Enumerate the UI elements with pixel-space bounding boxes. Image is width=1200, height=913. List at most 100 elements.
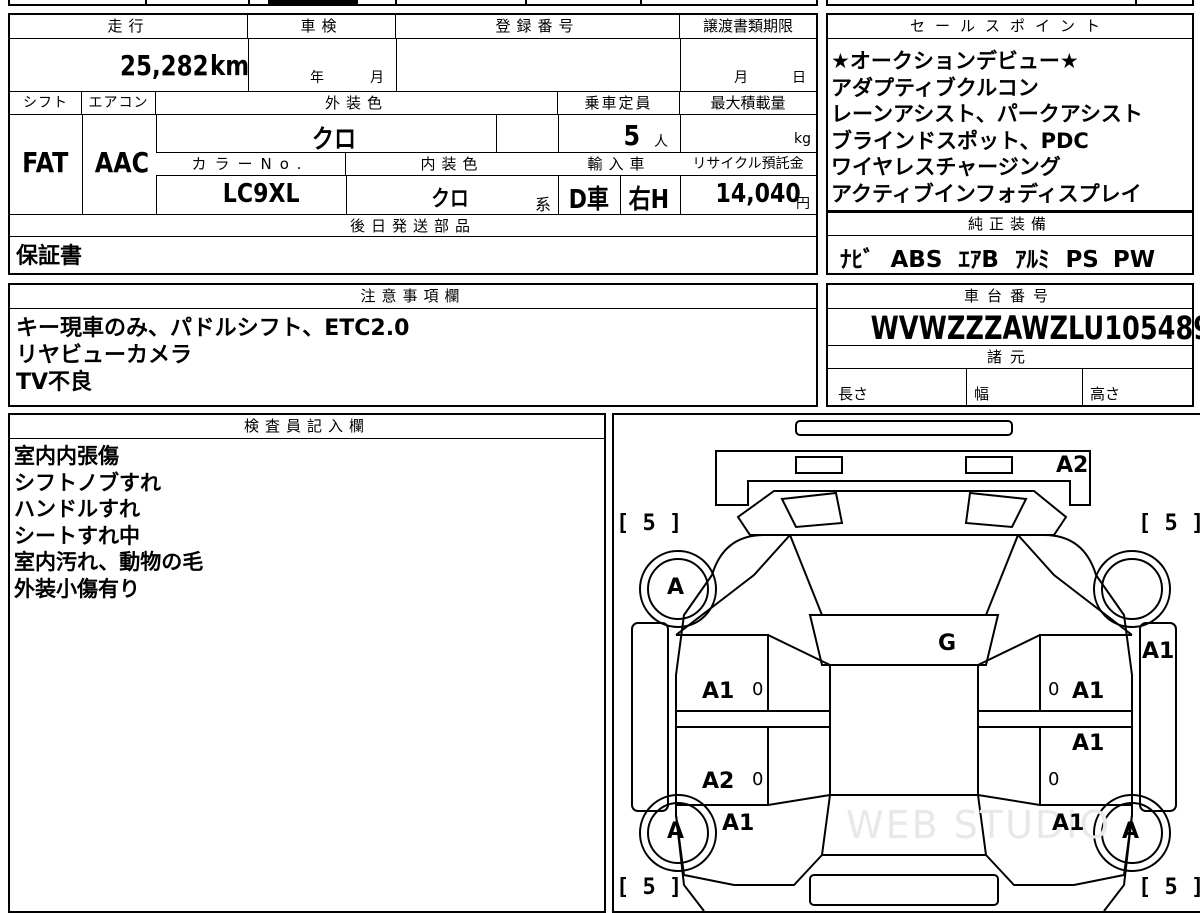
transfer-deadline-label: 譲渡書類期限 bbox=[680, 15, 816, 39]
zero-mark-4: 0 bbox=[1048, 769, 1060, 790]
color-no-value: LC9XL bbox=[222, 179, 300, 209]
height-label: 高さ bbox=[1090, 385, 1121, 403]
tire-tr-inner bbox=[1101, 558, 1163, 620]
sales-point-line: ★オークションデビュー★ bbox=[831, 49, 1079, 73]
tread-depth-tl: [ 5 ] bbox=[616, 511, 683, 536]
zero-mark-2: 0 bbox=[1048, 679, 1060, 700]
damage-left-front-door: A1 bbox=[702, 679, 735, 704]
damage-right-rear-quarter: A1 bbox=[1052, 811, 1085, 836]
zero-mark-3: 0 bbox=[752, 769, 764, 790]
recycle-value: 14,040 bbox=[715, 179, 801, 209]
registration-label: 登録番号 bbox=[396, 15, 680, 39]
notes-box: 注意事項欄 キー現車のみ、パドルシフト、ETC2.0 リヤビューカメラ TV不良 bbox=[8, 283, 818, 407]
mileage-unit: km bbox=[210, 49, 250, 82]
mileage-label: 走行 bbox=[10, 15, 248, 39]
later-parts-label: 後日発送部品 bbox=[10, 215, 816, 237]
notes-label: 注意事項欄 bbox=[10, 285, 816, 309]
shift-label: シフト bbox=[10, 92, 82, 114]
rear-glass-left bbox=[780, 491, 844, 529]
later-parts-value: 保証書 bbox=[16, 244, 83, 269]
inspector-line: ハンドルすれ bbox=[14, 497, 140, 521]
length-label: 長さ bbox=[838, 385, 869, 403]
front-bumper bbox=[809, 874, 999, 906]
inspector-box: 検査員記入欄 室内内張傷 シフトノブすれ ハンドルすれ シートすれ中 室内汚れ、… bbox=[8, 413, 606, 913]
int-color-value: クロ bbox=[431, 187, 469, 212]
color-no-label: カラーNo. bbox=[156, 153, 346, 175]
damage-left-rear-door: A2 bbox=[702, 769, 735, 794]
rear-light-left bbox=[795, 456, 843, 474]
recycle-unit: 円 bbox=[796, 196, 810, 212]
genuine-equipment-label: 純正装備 bbox=[828, 212, 1192, 236]
tread-depth-tr: [ 5 ] bbox=[1138, 511, 1200, 536]
inspector-line: シフトノブすれ bbox=[14, 470, 161, 495]
top-cutoff-strip bbox=[0, 0, 1200, 6]
genuine-equipment-box: 純正装備 ﾅﾋﾞ ABS ｴｱB ｱﾙﾐ PS PW bbox=[826, 212, 1194, 275]
tire-mark-br: A bbox=[1122, 819, 1140, 844]
int-color-suffix: 系 bbox=[535, 195, 552, 214]
rear-glass-right bbox=[964, 491, 1028, 529]
sales-point-line: レーンアシスト、パークアシスト bbox=[831, 102, 1143, 126]
capacity-label: 乗車定員 bbox=[558, 92, 680, 114]
damage-left-rear-quarter: A1 bbox=[722, 811, 755, 836]
sales-point-line: アダプティブクルコン bbox=[831, 75, 1039, 100]
rear-panel bbox=[715, 450, 1091, 506]
inspector-line: 室内内張傷 bbox=[14, 444, 119, 468]
sales-point-line: ワイヤレスチャージング bbox=[831, 155, 1061, 179]
body-outline-right bbox=[1043, 534, 1133, 911]
ext-color-label: 外装色 bbox=[156, 92, 558, 114]
shaken-month: 月 bbox=[370, 70, 384, 86]
width-label: 幅 bbox=[974, 385, 990, 403]
chassis-label: 車台番号 bbox=[828, 285, 1192, 309]
shaken-label: 車検 bbox=[248, 15, 396, 39]
damage-windshield: G bbox=[938, 631, 957, 656]
steering-value: 右H bbox=[628, 185, 670, 215]
tire-mark-bl: A bbox=[667, 819, 685, 844]
shift-value: FAT bbox=[22, 146, 69, 179]
rear-bumper bbox=[795, 420, 1013, 436]
damage-right-fender: A1 bbox=[1142, 639, 1175, 664]
transfer-month: 月 bbox=[734, 70, 748, 86]
vehicle-info-table: 走行 車検 登録番号 譲渡書類期限 25,282 km 年 月 月 日 シフト … bbox=[8, 13, 818, 275]
notes-list: キー現車のみ、パドルシフト、ETC2.0 リヤビューカメラ TV不良 bbox=[16, 315, 409, 396]
sales-points-box: セールスポイント ★オークションデビュー★ アダプティブクルコン レーンアシスト… bbox=[826, 13, 1194, 212]
a-pillar-left bbox=[675, 534, 791, 636]
damage-right-rear-door: A1 bbox=[1072, 731, 1105, 756]
equipment-item-pw: PW bbox=[1112, 247, 1156, 273]
ac-label: エアコン bbox=[82, 92, 156, 114]
dimensions-label: 諸元 bbox=[828, 345, 1192, 369]
inspector-line: シートすれ中 bbox=[14, 523, 140, 548]
inspector-line: 室内汚れ、動物の毛 bbox=[14, 550, 204, 574]
a-pillar-right bbox=[1017, 534, 1133, 636]
rear-light-right bbox=[965, 456, 1013, 474]
inspector-list: 室内内張傷 シフトノブすれ ハンドルすれ シートすれ中 室内汚れ、動物の毛 外装… bbox=[14, 443, 203, 602]
chassis-number: WVWZZZAWZLU105489 bbox=[870, 309, 1200, 347]
sales-points-list: ★オークションデビュー★ アダプティブクルコン レーンアシスト、パークアシスト … bbox=[831, 48, 1143, 207]
roof bbox=[788, 534, 1020, 616]
chassis-number-wrap: WVWZZZAWZLU105489 bbox=[828, 309, 1200, 347]
tread-depth-bl: [ 5 ] bbox=[616, 875, 683, 900]
ext-color-value: クロ bbox=[311, 125, 357, 155]
recycle-label: リサイクル預託金 bbox=[680, 153, 816, 175]
sales-point-line: アクティブインフォディスプレイ bbox=[831, 181, 1142, 206]
windshield bbox=[808, 614, 1000, 666]
import-value: D車 bbox=[568, 185, 610, 215]
import-label: 輸入車 bbox=[558, 153, 680, 175]
int-color-label: 内装色 bbox=[346, 153, 558, 175]
max-load-label: 最大積載量 bbox=[680, 92, 816, 114]
equipment-item-navi: ﾅﾋﾞ bbox=[840, 247, 875, 273]
capacity-value: 5 bbox=[623, 119, 641, 152]
damage-rear-right: A2 bbox=[1056, 453, 1089, 478]
inspector-label: 検査員記入欄 bbox=[10, 415, 604, 439]
sales-point-line: ブラインドスポット、PDC bbox=[831, 128, 1089, 153]
damage-right-front-door: A1 bbox=[1072, 679, 1105, 704]
body-outline-left bbox=[675, 534, 765, 911]
tire-mark-tl: A bbox=[667, 575, 685, 600]
note-line: TV不良 bbox=[16, 370, 93, 395]
mileage-value: 25,282 bbox=[120, 49, 209, 82]
shaken-year: 年 bbox=[310, 70, 324, 86]
ac-value: AAC bbox=[94, 146, 150, 179]
inspector-line: 外装小傷有り bbox=[14, 576, 140, 601]
equipment-item-alloy: ｱﾙﾐ bbox=[1014, 247, 1050, 273]
max-load-unit: kg bbox=[794, 131, 811, 147]
left-sill bbox=[631, 622, 669, 812]
